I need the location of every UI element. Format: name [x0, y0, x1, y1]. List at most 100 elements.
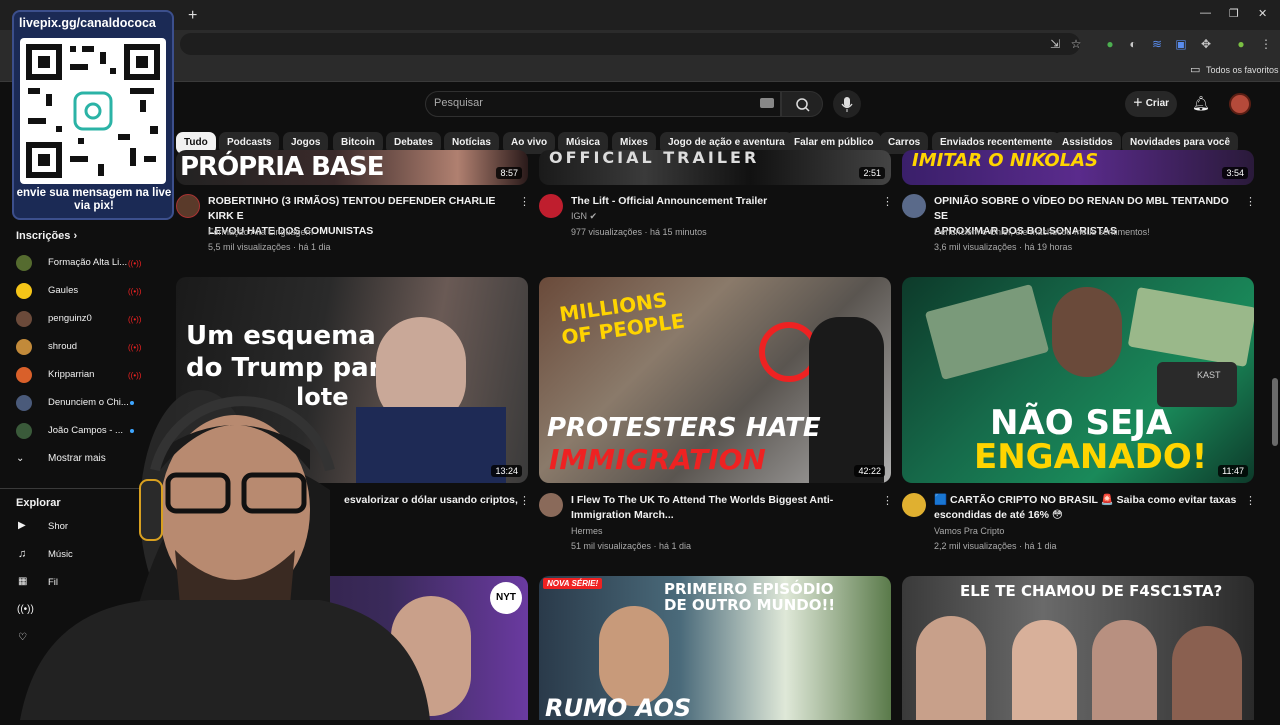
thumbnail-text: RUMO AOS: [545, 694, 692, 720]
sidebar-item-subscription[interactable]: Gaules ((•)): [16, 281, 166, 301]
maximize-icon[interactable]: ❐: [1229, 7, 1239, 20]
verified-icon: ✔: [589, 211, 598, 221]
sidebar-item-subscription[interactable]: penguinz0 ((•)): [16, 309, 166, 329]
more-options-icon[interactable]: ⋮: [882, 195, 893, 208]
thumbnail-text: DE OUTRO MUNDO!!: [664, 596, 836, 614]
profile-icon[interactable]: ●: [1234, 37, 1248, 51]
live-indicator-icon: ((•)): [128, 287, 142, 296]
overlay-title: livepix.gg/canaldococa: [19, 16, 156, 30]
live-indicator-icon: ((•)): [128, 315, 142, 324]
duration-badge: 13:24: [491, 465, 522, 477]
chevron-right-icon: ›: [73, 230, 78, 242]
duration-badge: 11:47: [1218, 465, 1248, 477]
more-options-icon[interactable]: ⋮: [1245, 494, 1256, 507]
channel-avatar: [16, 311, 32, 327]
browser-menu-icon[interactable]: ⋮: [1259, 37, 1273, 51]
more-options-icon[interactable]: ⋮: [519, 494, 530, 507]
person-face: [916, 616, 986, 720]
subscriptions-heading[interactable]: Inscrições ›: [16, 230, 77, 242]
banknote: [1127, 287, 1254, 367]
extension-icon[interactable]: ●: [1103, 37, 1117, 51]
channel-avatar[interactable]: [902, 493, 926, 517]
address-bar[interactable]: [180, 33, 1080, 55]
video-title[interactable]: I Flew To The UK To Attend The Worlds Bi…: [571, 493, 881, 523]
video-meta: 51 mil visualizações · há 1 dia: [571, 541, 692, 551]
duration-badge: 3:54: [1222, 167, 1248, 179]
extensions-puzzle-icon[interactable]: ✥: [1199, 37, 1213, 51]
all-bookmarks-link[interactable]: Todos os favoritos: [1206, 65, 1279, 75]
channel-avatar[interactable]: [176, 194, 200, 218]
plus-icon: ＋: [1132, 98, 1146, 109]
qr-code: [20, 38, 166, 184]
video-meta: 977 visualizações · há 15 minutos: [571, 227, 707, 237]
video-thumbnail[interactable]: PRÓPRIA BASE 8:57: [176, 150, 528, 185]
live-indicator-icon: ((•)): [128, 343, 142, 352]
channel-avatar[interactable]: [539, 493, 563, 517]
video-thumbnail[interactable]: ELE TE CHAMOU DE F4SC1STA?: [902, 576, 1254, 720]
folder-icon: ▭: [1190, 64, 1201, 76]
video-thumbnail[interactable]: KAST NÃO SEJA ENGANADO! 11:47: [902, 277, 1254, 483]
extension-icon[interactable]: ≋: [1150, 37, 1164, 51]
more-options-icon[interactable]: ⋮: [519, 195, 530, 208]
search-icon: [796, 98, 810, 112]
sidebar-item-subscription[interactable]: Formação Alta Li... ((•)): [16, 253, 166, 273]
channel-avatar[interactable]: [539, 194, 563, 218]
person-face: [1052, 287, 1122, 377]
person-face: [599, 606, 669, 706]
channel-name[interactable]: Hermes: [571, 524, 603, 539]
minimize-icon[interactable]: —: [1200, 7, 1211, 19]
mic-icon: [841, 97, 853, 112]
banknote: [924, 283, 1050, 381]
video-meta: 3,6 mil visualizações · há 19 horas: [934, 242, 1073, 252]
channel-name[interactable]: Vamos Pra Cripto: [934, 524, 1004, 539]
person-face: [1012, 620, 1077, 720]
extension-icon[interactable]: ◐: [1126, 37, 1140, 51]
create-button[interactable]: ＋ Criar: [1125, 91, 1177, 117]
thumbnail-text: ENGANADO!: [974, 437, 1208, 477]
streamer-webcam: [20, 390, 430, 720]
new-tab-button[interactable]: +: [188, 7, 197, 25]
thumbnail-text: PRÓPRIA BASE: [180, 152, 385, 182]
translate-icon[interactable]: ▣: [1174, 37, 1188, 51]
more-options-icon[interactable]: ⋮: [882, 494, 893, 507]
thumbnail-text: IMMIGRATION: [549, 443, 766, 476]
avatar[interactable]: [1229, 93, 1251, 115]
bookmarks-bar: [0, 58, 1280, 82]
channel-name[interactable]: Formação Alta Linguagem: [208, 225, 313, 240]
subscription-name: Formação Alta Li...: [48, 257, 128, 268]
overlay-message: envie sua mensagem na live via pix!: [16, 187, 172, 212]
search-placeholder: Pesquisar: [434, 97, 483, 109]
kast-card: KAST: [1157, 362, 1237, 407]
install-icon[interactable]: ⇲: [1048, 37, 1062, 51]
thumbnail-text: OFFICIAL TRAILER: [549, 150, 760, 167]
search-button[interactable]: [781, 91, 823, 117]
nyt-logo: NYT: [490, 582, 522, 614]
create-label: Criar: [1145, 98, 1170, 109]
close-icon[interactable]: ✕: [1258, 7, 1267, 20]
notifications-bell-icon[interactable]: 🔔︎: [1192, 95, 1210, 112]
channel-name[interactable]: Denunciem o Chief, ele machucou meus sen…: [934, 225, 1150, 240]
channel-avatar: [16, 339, 32, 355]
more-options-icon[interactable]: ⋮: [1245, 195, 1256, 208]
new-series-badge: NOVA SÉRIE!: [543, 578, 603, 589]
video-title[interactable]: 🟦 CARTÃO CRIPTO NO BRASIL 🚨 Saiba como e…: [934, 493, 1244, 523]
bookmark-star-icon[interactable]: ☆: [1069, 37, 1083, 51]
duration-badge: 42:22: [854, 465, 885, 477]
voice-search-button[interactable]: [833, 90, 861, 118]
thumbnail-text: IMITAR O NIKOLAS: [912, 150, 1099, 171]
video-thumbnail[interactable]: IMITAR O NIKOLAS 3:54: [902, 150, 1254, 185]
channel-avatar[interactable]: [902, 194, 926, 218]
video-thumbnail[interactable]: MILLIONS OF PEOPLE PROTESTERS HATE IMMIG…: [539, 277, 891, 483]
video-thumbnail[interactable]: OFFICIAL TRAILER 2:51: [539, 150, 891, 185]
video-thumbnail[interactable]: NOVA SÉRIE! PRIMEIRO EPISÓDIO DE OUTRO M…: [539, 576, 891, 720]
video-title[interactable]: The Lift - Official Announcement Trailer: [571, 194, 881, 209]
duration-badge: 8:57: [496, 167, 522, 179]
channel-name[interactable]: IGN ✔: [571, 209, 597, 224]
video-meta: 2,2 mil visualizações · há 1 dia: [934, 541, 1057, 551]
sidebar-item-subscription[interactable]: shroud ((•)): [16, 337, 166, 357]
thumbnail-text: Um esquema: [186, 321, 376, 351]
subscription-name: Gaules: [48, 285, 79, 296]
person-face: [1092, 620, 1157, 720]
keyboard-icon[interactable]: [760, 98, 774, 108]
scrollbar-thumb[interactable]: [1272, 378, 1278, 446]
